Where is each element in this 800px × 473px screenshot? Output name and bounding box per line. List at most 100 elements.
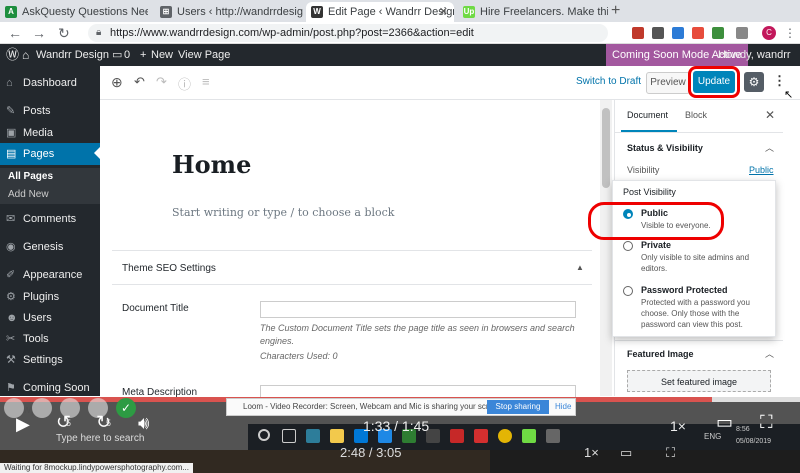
extension-icon[interactable] [632,27,644,39]
howdy-account[interactable]: Howdy, wandrr [718,44,791,66]
lock-icon: 🔒︎ [96,27,102,38]
scrollbar-thumb[interactable] [602,108,610,188]
sidebar-item-pages[interactable]: ▤ Pages [0,143,100,165]
back-arrow-icon[interactable]: ← [8,24,22,42]
taskbar-search-field[interactable]: Type here to search [56,433,144,444]
cortana-icon[interactable] [258,429,270,441]
comments-icon[interactable]: ▭ [112,44,122,66]
visibility-toggle-link[interactable]: Public [749,165,774,175]
stop-sharing-button[interactable]: Stop sharing [487,400,549,414]
browser-tab-users[interactable]: ⊞ Users ‹ http://wandrrdesign.com [155,2,303,22]
loom-camera-icon[interactable] [32,398,52,418]
hide-button[interactable]: Hide [555,399,571,415]
radio-private[interactable] [623,241,633,251]
browser-menu-icon[interactable]: ⋮ [784,24,796,42]
sidebar-item-genesis[interactable]: ◉ Genesis [0,236,100,258]
miniplayer-icon[interactable]: ▭ [716,412,733,433]
new-tab-button[interactable]: + [611,2,620,20]
url-field[interactable]: 🔒︎ https://www.wandrrdesign.com/wp-admin… [88,24,608,42]
file-explorer-icon[interactable] [330,429,344,443]
wordpress-logo-icon[interactable]: Ⓦ [6,44,19,66]
app-icon[interactable] [546,429,560,443]
option-password-label[interactable]: Password Protected [641,285,728,295]
tab-document[interactable]: Document [627,110,668,120]
miniplayer-secondary-icon[interactable]: ▭ [620,445,632,461]
upwork-icon[interactable] [522,429,536,443]
playback-speed-button[interactable]: 1× [670,418,686,434]
document-title-field[interactable] [260,301,576,318]
profile-avatar[interactable]: C [762,26,776,40]
sidebar-item-appearance[interactable]: ✐ Appearance [0,264,100,286]
new-link[interactable]: New [151,44,173,66]
radio-password[interactable] [623,286,633,296]
chrome-icon[interactable] [498,429,512,443]
filezilla-icon[interactable] [450,429,464,443]
comments-count[interactable]: 0 [124,44,130,66]
browser-tab-askquesty[interactable]: A AskQuesty Questions Need Answ [0,2,148,22]
extension-icon[interactable] [652,27,664,39]
extension-icon[interactable] [712,27,724,39]
block-placeholder[interactable]: Start writing or type / to choose a bloc… [172,206,394,219]
add-block-icon[interactable]: ⊕ [111,74,123,91]
loom-finish-check-icon[interactable]: ✓ [116,398,136,418]
home-icon[interactable]: ⌂ [22,44,29,66]
extension-icon[interactable] [736,27,748,39]
sidebar-item-users[interactable]: ☻ Users [0,307,100,329]
language-indicator[interactable]: ENG [704,432,721,441]
sidebar-item-media[interactable]: ▣ Media [0,122,100,144]
set-featured-image-button[interactable]: Set featured image [627,370,771,392]
option-private-label[interactable]: Private [641,240,671,250]
outline-icon[interactable]: ≡ [202,74,210,89]
sidebar-item-plugins[interactable]: ⚙ Plugins [0,286,100,308]
characters-used: Characters Used: 0 [260,351,338,361]
extension-icon[interactable] [692,27,704,39]
settings-gear-icon[interactable]: ⚙ [744,72,764,92]
sidebar-item-label: Tools [23,333,49,345]
redo-icon[interactable]: ↷ [156,74,167,90]
fullscreen-secondary-icon[interactable]: ⛶ [666,445,675,461]
sidebar-item-tools[interactable]: ✂ Tools [0,328,100,350]
sidebar-item-label: Media [23,127,53,139]
sidebar-subitem-add-new[interactable]: Add New [0,186,100,204]
featured-image-heading[interactable]: Featured Image [627,349,694,359]
sidebar-item-posts[interactable]: ✎ Posts [0,100,100,122]
site-name-link[interactable]: Wandrr Design [36,44,109,66]
clock-date[interactable]: 05/08/2019 [736,438,771,445]
app-icon[interactable] [474,429,488,443]
page-title[interactable]: Home [172,150,251,179]
playback-speed-secondary[interactable]: 1× [584,445,599,460]
update-button[interactable]: Update [693,71,735,93]
browser-tab-upwork[interactable]: Up Hire Freelancers. Make things hap [458,2,608,22]
preview-button[interactable]: Preview [646,72,690,94]
admin-sidebar: ⌂ Dashboard ✎ Posts ▣ Media ▤ Pages All Page… [0,66,100,416]
status-visibility-heading[interactable]: Status & Visibility [627,143,703,153]
sidebar-subitem-all-pages[interactable]: All Pages [0,168,100,186]
view-page-link[interactable]: View Page [178,44,230,66]
forward-arrow-icon[interactable]: → [32,24,46,42]
close-icon[interactable]: ✕ [765,108,775,122]
info-icon[interactable]: ⓘ [178,74,191,93]
browser-tab-edit-page[interactable]: W Edit Page ‹ Wandrr Design — W ✕ [306,2,454,22]
editor-scrollbar[interactable] [600,100,612,396]
sidebar-item-comments[interactable]: ✉ Comments [0,208,100,230]
fullscreen-icon[interactable]: ⛶ [760,412,773,433]
clock-time[interactable]: 8:56 [736,426,750,433]
chevron-up-icon[interactable]: ︿ [765,347,774,360]
tab-block[interactable]: Block [685,110,707,120]
play-icon[interactable]: ▶ [16,414,30,435]
sidebar-item-settings[interactable]: ⚒ Settings [0,349,100,371]
task-view-icon[interactable] [282,429,296,443]
reload-icon[interactable]: ↻ [58,24,70,42]
seo-metabox-header[interactable]: Theme SEO Settings ▲ [112,251,592,285]
undo-icon[interactable]: ↶ [134,74,145,90]
close-tab-icon[interactable]: ✕ [439,2,448,22]
sidebar-item-coming-soon[interactable]: ⚑Coming Soon wp [0,377,100,416]
volume-icon[interactable]: 🔊︎ [138,413,149,434]
more-options-icon[interactable]: ⋮ [773,73,786,89]
chevron-up-icon[interactable]: ︿ [765,141,774,154]
collapse-caret-icon[interactable]: ▲ [576,263,584,272]
switch-to-draft-button[interactable]: Switch to Draft [576,76,641,87]
edge-icon[interactable] [306,429,320,443]
sidebar-item-dashboard[interactable]: ⌂ Dashboard [0,72,100,94]
extension-icon[interactable] [672,27,684,39]
